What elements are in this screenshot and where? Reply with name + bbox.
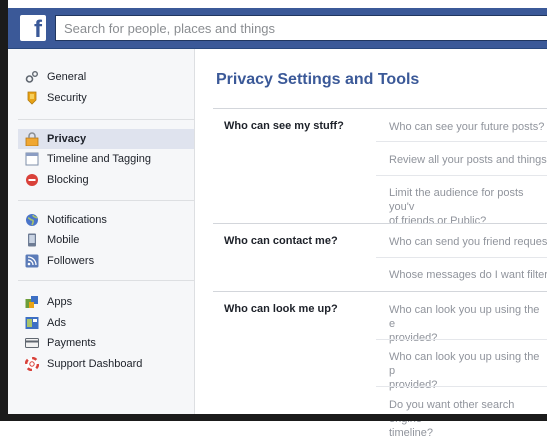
screen-frame bbox=[0, 414, 547, 421]
sidebar-item-label: Mobile bbox=[47, 234, 80, 246]
sidebar-item-mobile[interactable]: Mobile bbox=[18, 230, 194, 250]
sidebar-item-label: Security bbox=[47, 92, 87, 104]
screen-frame bbox=[0, 0, 8, 421]
mobile-icon bbox=[25, 233, 39, 247]
top-bar: f bbox=[8, 8, 547, 49]
section-label-see-my-stuff: Who can see my stuff? bbox=[224, 120, 344, 132]
section-divider bbox=[213, 291, 547, 292]
row-divider bbox=[376, 175, 547, 176]
ads-icon bbox=[25, 316, 39, 330]
section-divider bbox=[213, 108, 547, 109]
sidebar-item-security[interactable]: Security bbox=[18, 88, 194, 108]
setting-row-message-filtering[interactable]: Whose messages do I want filtere bbox=[389, 268, 547, 282]
sidebar-item-label: Blocking bbox=[47, 174, 89, 186]
sidebar-item-label: Followers bbox=[47, 255, 95, 267]
sidebar-item-notifications[interactable]: Notifications bbox=[18, 210, 194, 230]
setting-row-friend-requests[interactable]: Who can send you friend request bbox=[389, 235, 547, 249]
search-input[interactable] bbox=[56, 16, 547, 40]
row-divider bbox=[376, 386, 547, 387]
search-box[interactable] bbox=[55, 15, 547, 41]
setting-row-review-posts[interactable]: Review all your posts and things y bbox=[389, 153, 547, 167]
sidebar-item-blocking[interactable]: Blocking bbox=[18, 170, 194, 190]
row-divider bbox=[376, 141, 547, 142]
privacy-settings-panel: Privacy Settings and Tools Who can see m… bbox=[195, 49, 547, 439]
sidebar-divider bbox=[18, 200, 194, 201]
setting-row-future-posts[interactable]: Who can see your future posts? bbox=[389, 120, 547, 134]
sidebar-item-label: Support Dashboard bbox=[47, 358, 143, 370]
sidebar-item-support-dashboard[interactable]: Support Dashboard bbox=[18, 354, 194, 374]
section-label-look-me-up: Who can look me up? bbox=[224, 303, 338, 315]
sidebar-item-label: Apps bbox=[47, 296, 73, 308]
apps-icon bbox=[25, 295, 39, 309]
sidebar-item-label: Payments bbox=[47, 337, 96, 349]
card-icon bbox=[25, 336, 39, 350]
page-title: Privacy Settings and Tools bbox=[216, 71, 420, 88]
sidebar-item-label: Privacy bbox=[47, 133, 87, 145]
rss-icon bbox=[25, 254, 39, 268]
lock-icon bbox=[25, 132, 39, 147]
sidebar-item-label: General bbox=[47, 71, 87, 83]
section-label-contact-me: Who can contact me? bbox=[224, 235, 338, 247]
sidebar-divider bbox=[18, 119, 194, 120]
sidebar-item-payments[interactable]: Payments bbox=[18, 333, 194, 353]
globe-icon bbox=[25, 213, 39, 227]
sidebar-item-timeline-and-tagging[interactable]: Timeline and Tagging bbox=[18, 149, 194, 169]
section-divider bbox=[213, 223, 547, 224]
sidebar-item-ads[interactable]: Ads bbox=[18, 313, 194, 333]
setting-row-limit-audience[interactable]: Limit the audience for posts you'v of fr… bbox=[389, 186, 547, 228]
sidebar-divider bbox=[18, 280, 194, 281]
badge-icon bbox=[25, 91, 39, 105]
timeline-icon bbox=[25, 152, 39, 166]
sidebar-item-privacy[interactable]: Privacy bbox=[18, 129, 194, 149]
row-divider bbox=[376, 339, 547, 340]
settings-sidebar: General Security Privacy Timeline and Ta… bbox=[8, 49, 195, 414]
gears-icon bbox=[25, 70, 39, 84]
sidebar-item-followers[interactable]: Followers bbox=[18, 251, 194, 271]
row-divider bbox=[376, 257, 547, 258]
sidebar-item-label: Timeline and Tagging bbox=[47, 153, 151, 165]
sidebar-item-label: Notifications bbox=[47, 214, 107, 226]
blocking-icon bbox=[25, 173, 39, 187]
facebook-logo[interactable]: f bbox=[20, 15, 46, 41]
sidebar-item-label: Ads bbox=[47, 317, 66, 329]
sidebar-item-general[interactable]: General bbox=[18, 67, 194, 87]
lifebuoy-icon bbox=[24, 356, 40, 372]
sidebar-item-apps[interactable]: Apps bbox=[18, 292, 194, 312]
